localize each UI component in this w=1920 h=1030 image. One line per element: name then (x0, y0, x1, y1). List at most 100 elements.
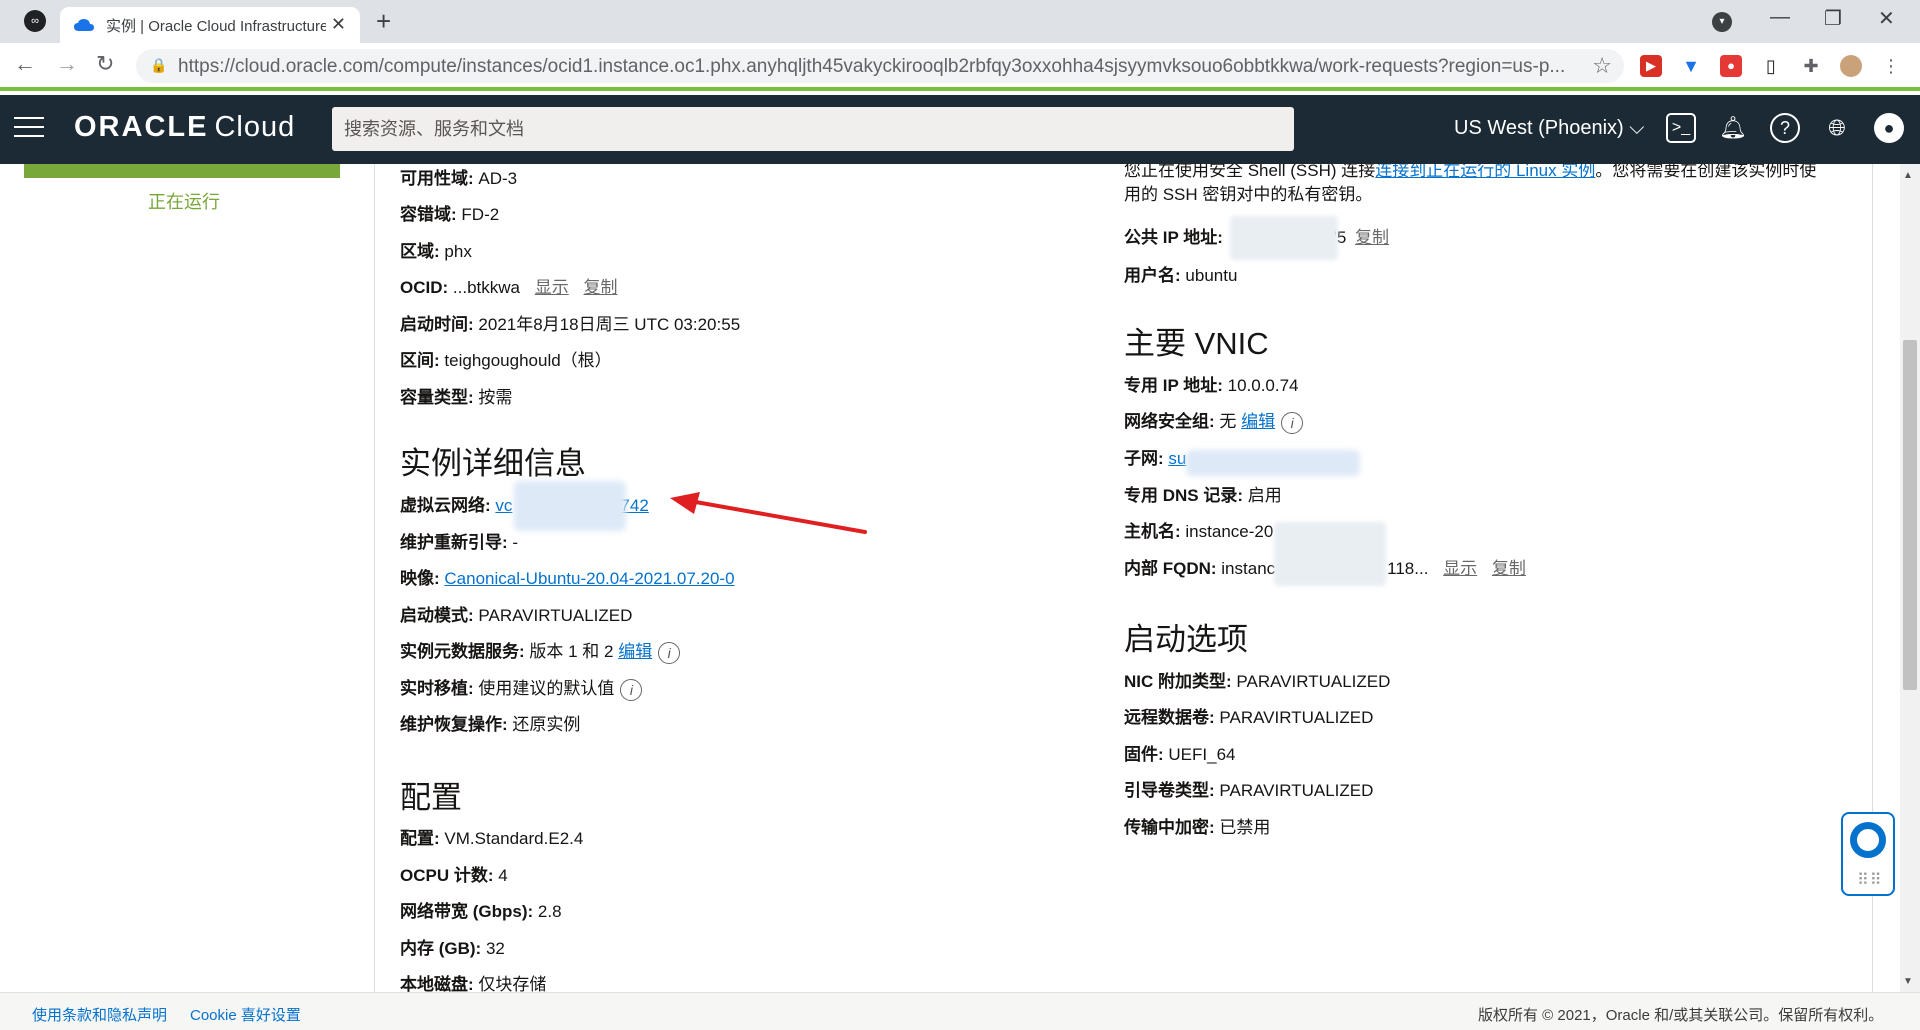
ocpu-row: OCPU 计数: 4 (400, 866, 508, 885)
subnet-link[interactable]: su (1168, 449, 1186, 468)
page-footer: 使用条款和隐私声明 Cookie 喜好设置 版权所有 © 2021，Oracle… (0, 992, 1920, 1030)
grid-dots-icon: ⠿⠿ (1857, 872, 1883, 889)
status-bar-indicator (24, 164, 340, 178)
address-bar[interactable]: 🔒 https://cloud.oracle.com/compute/insta… (136, 49, 1624, 83)
back-icon[interactable]: ← (14, 51, 36, 77)
firmware-row: 固件: UEFI_64 (1124, 745, 1236, 764)
config-heading: 配置 (400, 780, 462, 815)
image-link[interactable]: Canonical-Ubuntu-20.04-2021.07.20-0 (444, 569, 734, 588)
browser-profile-icon[interactable]: ∞ (24, 10, 46, 32)
oracle-cloud-logo[interactable]: ORACLE Cloud (74, 111, 295, 144)
tab-search-icon[interactable]: ▾ (1712, 12, 1732, 32)
cloud-shell-icon[interactable]: >_ (1666, 113, 1696, 143)
in-transit-encryption-row: 传输中加密: 已禁用 (1124, 818, 1271, 837)
oci-header: ORACLE Cloud 搜索资源、服务和文档 US West (Phoenix)… (0, 95, 1920, 164)
reading-list-icon[interactable]: ▯ (1760, 55, 1782, 77)
support-help-widget[interactable]: ⠿⠿ (1841, 812, 1895, 896)
info-icon[interactable]: i (620, 678, 643, 701)
image-row: 映像: Canonical-Ubuntu-20.04-2021.07.20-0 (400, 569, 735, 588)
maintenance-reboot-row: 维护重新引导: - (400, 533, 519, 552)
memory-row: 内存 (GB): 32 (400, 939, 505, 958)
subnet-row: 子网: su (1124, 449, 1187, 468)
ssh-connect-link[interactable]: 连接到正在运行的 Linux 实例 (1375, 164, 1595, 180)
oracle-cloud-favicon-icon (74, 19, 94, 31)
tab-title: 实例 | Oracle Cloud Infrastructure (106, 17, 326, 35)
copy-fqdn-link[interactable]: 复制 (1492, 559, 1526, 578)
show-ocid-link[interactable]: 显示 (535, 278, 569, 297)
scrollbar-thumb[interactable] (1903, 340, 1917, 690)
redacted-area (1186, 450, 1360, 476)
instance-details-page: 正在运行 可用性域: AD-3 容错域: FD-2 区域: phx OCID: … (0, 164, 1920, 992)
browser-tab[interactable]: 实例 | Oracle Cloud Infrastructure ✕ (60, 7, 360, 43)
hostname-row: 主机名: instance-20 (1124, 522, 1274, 541)
new-tab-button[interactable]: + (376, 6, 391, 37)
extension-icon[interactable]: ▼ (1680, 55, 1702, 77)
edit-nsg-link[interactable]: 编辑 (1241, 412, 1275, 431)
url-text[interactable]: https://cloud.oracle.com/compute/instanc… (178, 56, 1568, 78)
copy-ocid-link[interactable]: 复制 (583, 278, 617, 297)
boot-volume-type-row: 引导卷类型: PARAVIRTUALIZED (1124, 781, 1374, 800)
metadata-service-row: 实例元数据服务: 版本 1 和 2 编辑 i (400, 641, 681, 664)
region-label: US West (Phoenix) (1454, 117, 1624, 139)
hamburger-menu-icon[interactable] (14, 117, 44, 141)
compartment-row: 区间: teighgoughould（根） (400, 351, 612, 370)
reload-icon[interactable]: ↻ (96, 51, 114, 77)
availability-domain-row: 可用性域: AD-3 (400, 169, 518, 188)
copy-public-ip-link[interactable]: 复制 (1355, 228, 1389, 247)
capacity-type-row: 容量类型: 按需 (400, 388, 513, 407)
show-fqdn-link[interactable]: 显示 (1443, 559, 1477, 578)
local-disk-row: 本地磁盘: 仅块存储 (400, 975, 547, 992)
help-icon[interactable]: ? (1770, 113, 1800, 143)
notifications-bell-icon[interactable]: 🔔︎ (1718, 113, 1748, 143)
redacted-area (1230, 216, 1338, 260)
chevron-down-icon: ⌵ (1629, 117, 1645, 139)
logo-brand: ORACLE (74, 111, 209, 143)
username-row: 用户名: ubuntu (1124, 266, 1238, 285)
lock-icon[interactable]: 🔒 (150, 57, 167, 74)
nic-attach-type-row: NIC 附加类型: PARAVIRTUALIZED (1124, 672, 1391, 691)
scroll-down-icon[interactable]: ▼ (1903, 976, 1913, 987)
window-close-icon[interactable]: ✕ (1878, 6, 1895, 31)
launch-time-row: 启动时间: 2021年8月18日周三 UTC 03:20:55 (400, 315, 741, 334)
dns-record-row: 专用 DNS 记录: 启用 (1124, 486, 1282, 505)
search-input[interactable]: 搜索资源、服务和文档 (332, 107, 1294, 151)
divider (374, 164, 375, 992)
terms-privacy-link[interactable]: 使用条款和隐私声明 (32, 1004, 167, 1025)
browser-toolbar: ← → ↻ 🔒 https://cloud.oracle.com/compute… (0, 43, 1920, 91)
recovery-action-row: 维护恢复操作: 还原实例 (400, 715, 581, 734)
edit-metadata-link[interactable]: 编辑 (618, 642, 652, 661)
minimize-icon[interactable]: — (1770, 6, 1790, 29)
profile-user-icon[interactable]: ● (1874, 113, 1904, 143)
extension-icon[interactable]: ▶ (1640, 55, 1662, 77)
ocid-row: OCID: ...btkkwa 显示 复制 (400, 278, 618, 297)
extension-icon[interactable]: ● (1720, 55, 1742, 77)
info-icon[interactable]: i (1281, 411, 1304, 434)
remote-volume-row: 远程数据卷: PARAVIRTUALIZED (1124, 708, 1374, 727)
cookie-preferences-link[interactable]: Cookie 喜好设置 (190, 1004, 301, 1025)
region-selector[interactable]: US West (Phoenix) ⌵ (1454, 117, 1644, 140)
ssh-note-line-2: 用的 SSH 密钥对中的私有密钥。 (1124, 185, 1373, 204)
ssh-note-line-1: 您正在使用安全 Shell (SSH) 连接连接到正在运行的 Linux 实例。… (1124, 164, 1816, 182)
launch-options-heading: 启动选项 (1124, 622, 1248, 657)
maximize-icon[interactable]: ❐ (1824, 6, 1842, 31)
private-ip-row: 专用 IP 地址: 10.0.0.74 (1124, 376, 1299, 395)
tab-close-icon[interactable]: ✕ (331, 14, 346, 35)
puzzle-extensions-icon[interactable]: ✚ (1800, 55, 1822, 77)
lifebuoy-icon (1850, 822, 1886, 858)
bookmark-star-icon[interactable]: ☆ (1592, 53, 1612, 79)
browser-tabstrip: ∞ 实例 | Oracle Cloud Infrastructure ✕ + ▾… (0, 0, 1920, 43)
info-icon[interactable]: i (658, 641, 681, 664)
launch-mode-row: 启动模式: PARAVIRTUALIZED (400, 606, 633, 625)
instance-status: 正在运行 (148, 192, 220, 212)
live-migration-row: 实时移植: 使用建议的默认值 i (400, 678, 643, 701)
language-globe-icon[interactable]: 🌐︎ (1822, 113, 1852, 143)
avatar[interactable] (1840, 55, 1862, 77)
shape-row: 配置: VM.Standard.E2.4 (400, 829, 584, 848)
browser-menu-icon[interactable]: ⋮ (1880, 55, 1902, 77)
primary-vnic-heading: 主要 VNIC (1124, 326, 1269, 361)
nsg-row: 网络安全组: 无 编辑 i (1124, 411, 1304, 434)
forward-icon[interactable]: → (56, 51, 78, 77)
bandwidth-row: 网络带宽 (Gbps): 2.8 (400, 902, 562, 921)
redacted-area (514, 481, 626, 531)
scroll-up-icon[interactable]: ▲ (1903, 170, 1913, 181)
